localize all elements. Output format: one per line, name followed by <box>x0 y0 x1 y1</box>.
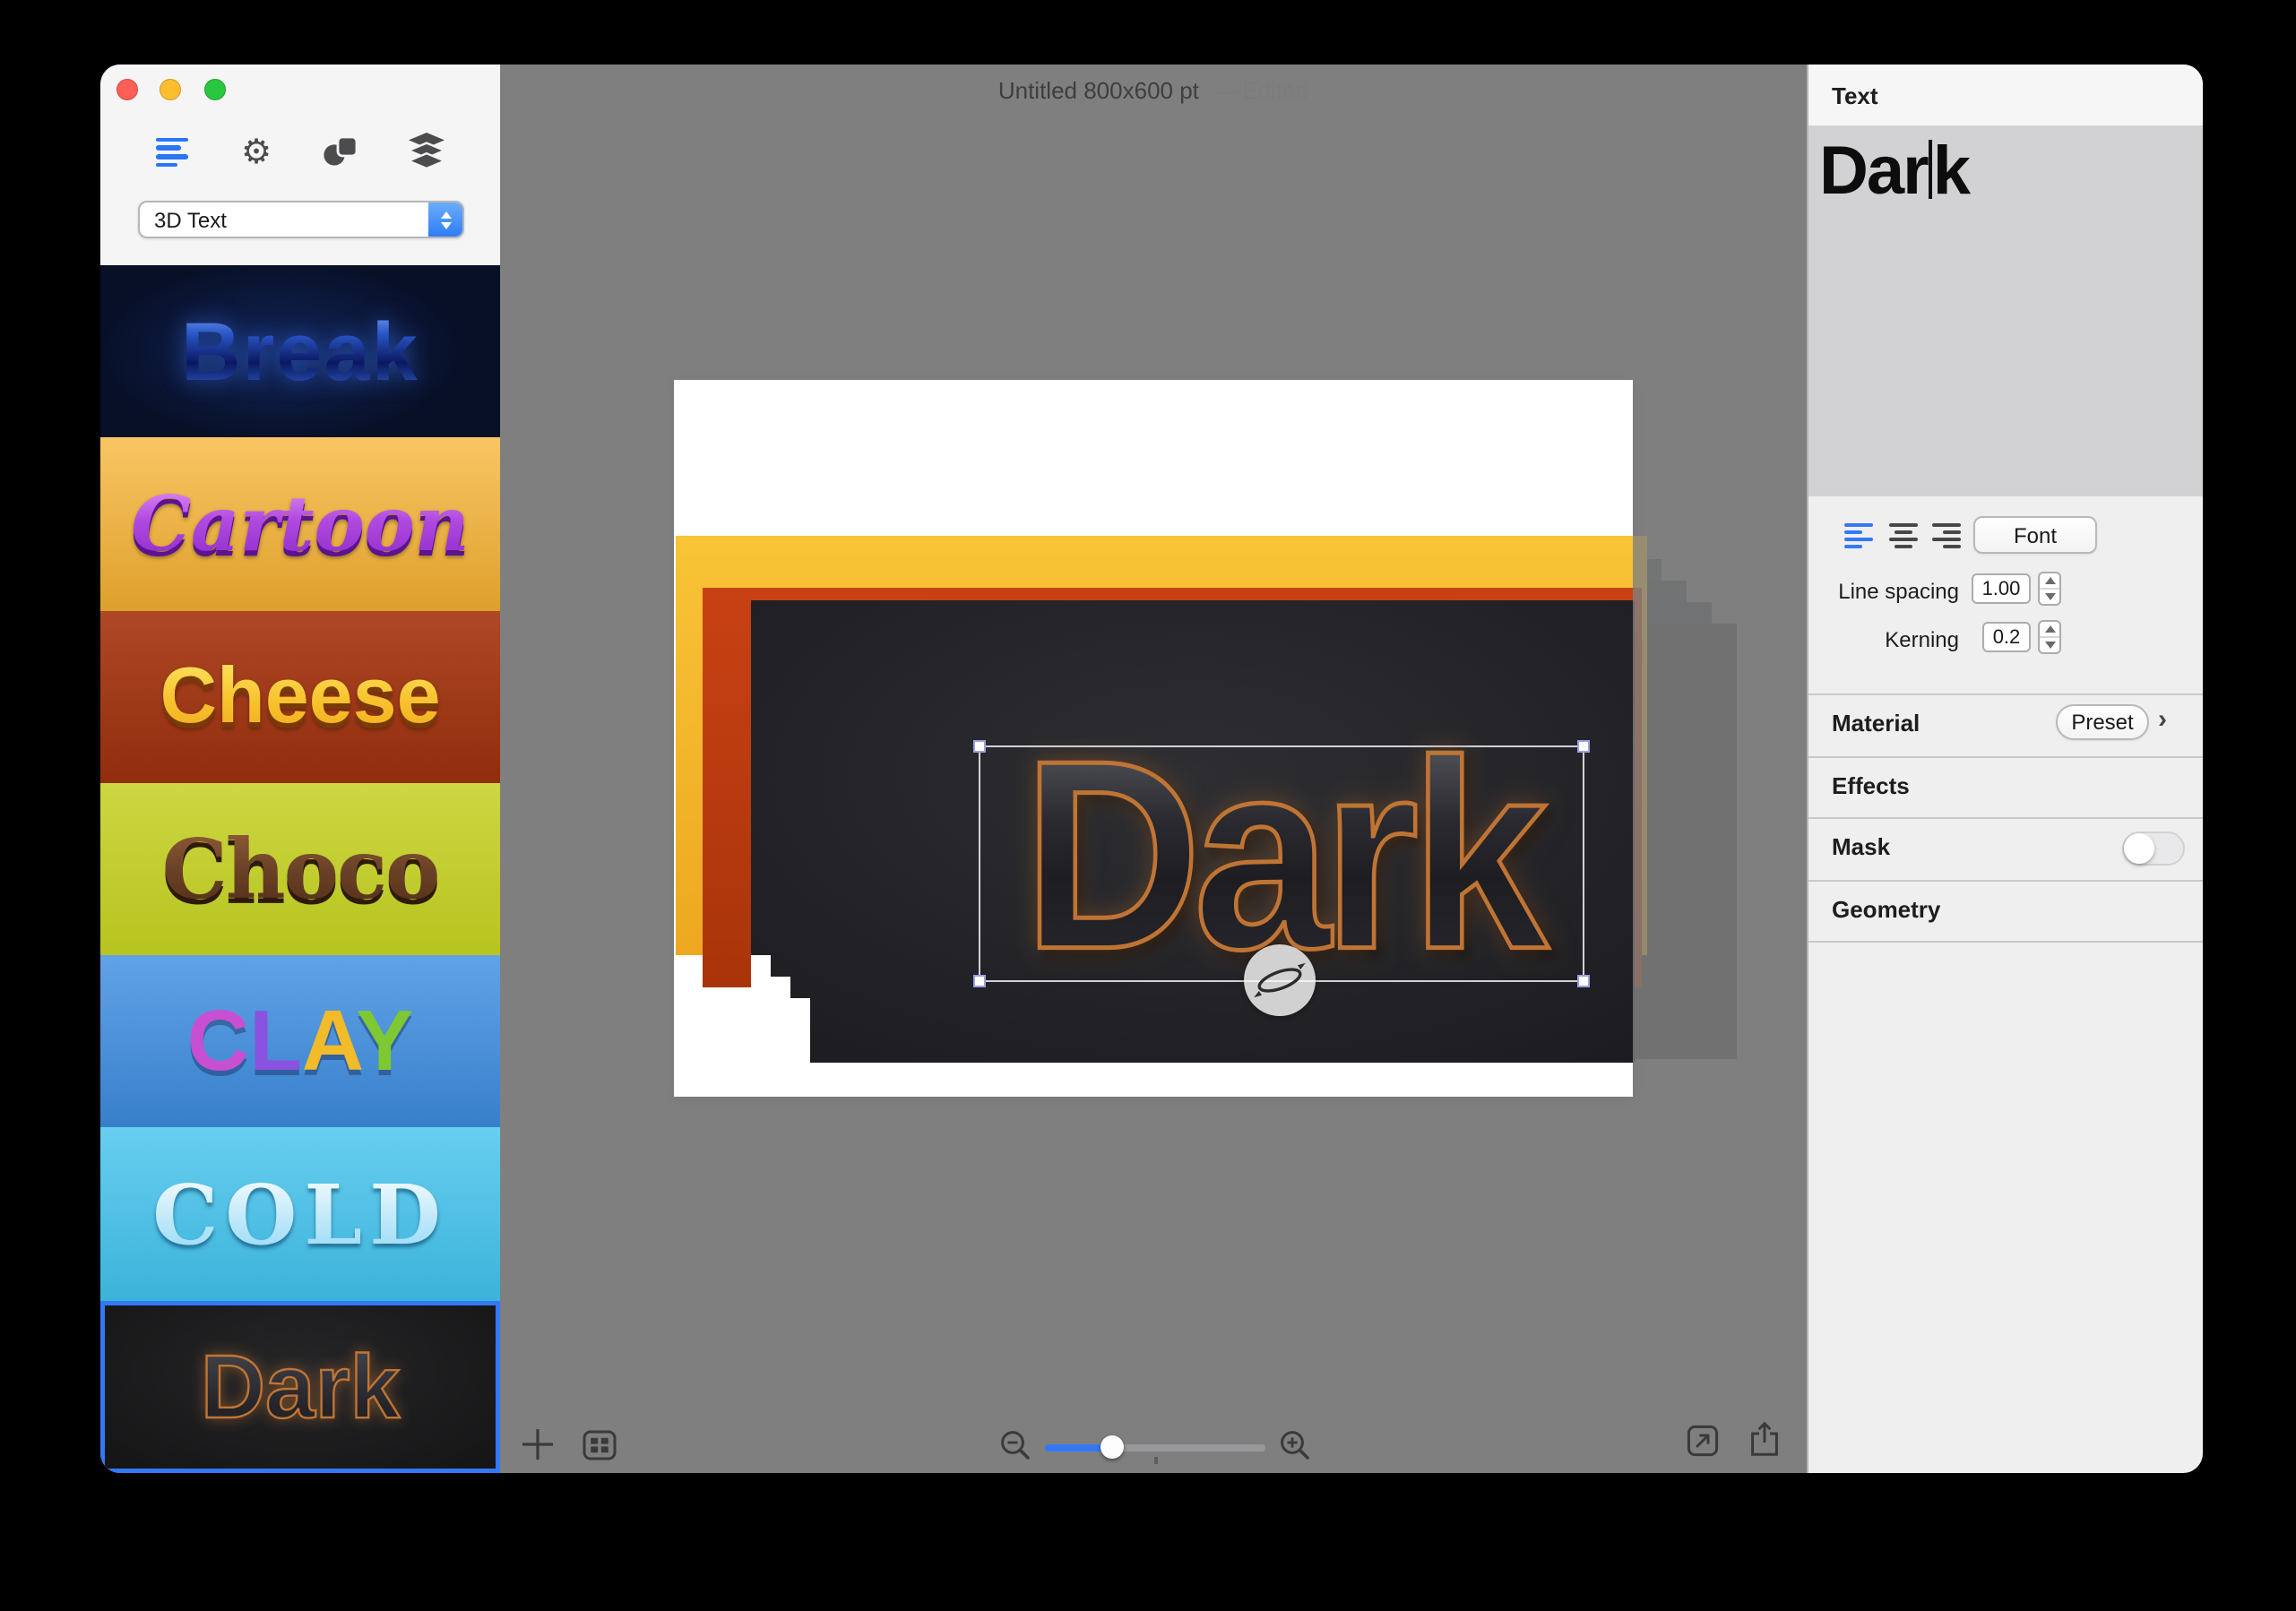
align-left-button[interactable] <box>1844 523 1875 548</box>
line-spacing-input[interactable]: 1.00 <box>1972 573 2031 604</box>
gallery-grid-icon <box>582 1429 616 1460</box>
template-gallery-button[interactable] <box>579 1426 618 1462</box>
edited-badge: — Edited <box>1213 77 1308 104</box>
sidebar-toolbar: ⚙ <box>100 129 500 179</box>
window-title: Untitled 800x600 pt — Edited <box>500 77 1807 104</box>
divider <box>1808 817 2203 819</box>
outside-canvas-dim <box>500 1097 1807 1473</box>
preset-label: COLD <box>152 1166 448 1262</box>
add-object-button[interactable] <box>514 1421 561 1468</box>
kerning-label: Kerning <box>1808 627 1959 652</box>
canvas-size-button[interactable] <box>1687 1425 1719 1457</box>
kerning-input[interactable]: 0.2 <box>1982 622 2031 652</box>
preset-item-cartoon[interactable]: Cartoon <box>100 438 500 611</box>
divider <box>1808 694 2203 695</box>
preset-item-cheese[interactable]: Cheese <box>100 610 500 783</box>
preset-item-dark[interactable]: Dark <box>100 1300 500 1473</box>
text-input-value: Dark <box>1819 134 1969 211</box>
preset-label: Cartoon <box>131 480 469 568</box>
page-stack-corner <box>790 998 810 1063</box>
text-input-area[interactable]: Dark <box>1808 125 2203 496</box>
zoom-in-icon <box>1278 1428 1312 1462</box>
outside-canvas-dim <box>1633 380 1807 1097</box>
style-dropdown-value: 3D Text <box>154 208 227 233</box>
layers-icon <box>407 131 446 174</box>
toggle-knob <box>2124 833 2154 864</box>
selection-handle[interactable] <box>973 975 986 987</box>
shapes-tab[interactable] <box>314 129 367 176</box>
page-stack-corner <box>771 977 790 1063</box>
window-controls <box>117 77 240 102</box>
list-icon <box>156 134 188 171</box>
rotate-3d-handle[interactable] <box>1244 944 1316 1016</box>
zoom-out-button[interactable] <box>998 1428 1032 1462</box>
sidebar: ⚙ 3D Text Break <box>100 65 500 1473</box>
preset-item-break[interactable]: Break <box>100 265 500 438</box>
preset-label: Dark <box>201 1335 400 1439</box>
preset-item-cold[interactable]: COLD <box>100 1128 500 1301</box>
app-window: ⚙ 3D Text Break <box>100 65 2203 1473</box>
minimize-button[interactable] <box>160 79 182 100</box>
inspector-header: Text <box>1808 65 2203 127</box>
mask-section-label: Mask <box>1832 833 1890 860</box>
selection-handle[interactable] <box>973 740 986 753</box>
resize-icon <box>1687 1425 1719 1457</box>
rotate-3d-icon <box>1249 950 1310 1011</box>
canvas-area: Untitled 800x600 pt — Edited Dark <box>500 65 1807 1473</box>
zoom-slider-detent <box>1154 1457 1157 1464</box>
effects-section-label: Effects <box>1832 772 1910 799</box>
line-spacing-label: Line spacing <box>1808 579 1959 604</box>
share-button[interactable] <box>1749 1421 1780 1457</box>
screen: ⚙ 3D Text Break <box>0 0 2296 1611</box>
preset-label: CLAY <box>187 993 414 1091</box>
material-section-label: Material <box>1832 710 1920 737</box>
page-stack-corner <box>751 955 771 1063</box>
fullscreen-button[interactable] <box>204 79 226 100</box>
style-dropdown[interactable]: 3D Text <box>138 201 464 238</box>
line-spacing-stepper[interactable] <box>2038 572 2061 606</box>
preset-label: Choco <box>162 821 439 917</box>
divider <box>1808 756 2203 758</box>
divider <box>1808 880 2203 882</box>
preset-item-choco[interactable]: Choco <box>100 783 500 956</box>
gear-icon: ⚙ <box>241 135 272 169</box>
kerning-stepper[interactable] <box>2038 620 2061 654</box>
align-center-button[interactable] <box>1887 523 1918 548</box>
selection-handle[interactable] <box>1577 975 1590 987</box>
divider <box>1808 941 2203 943</box>
font-button[interactable]: Font <box>1973 516 2097 554</box>
chevron-right-icon[interactable]: › <box>2158 704 2167 735</box>
mask-toggle[interactable] <box>2122 831 2185 866</box>
inspector-title: Text <box>1832 82 1878 109</box>
presets-tab[interactable] <box>145 129 199 176</box>
selection-handle[interactable] <box>1577 740 1590 753</box>
material-preset-button[interactable]: Preset <box>2056 704 2149 740</box>
share-icon <box>1749 1421 1780 1457</box>
preset-label: Break <box>181 303 419 400</box>
outside-canvas-dim <box>500 380 674 1097</box>
preset-label: Cheese <box>160 651 440 741</box>
settings-tab[interactable]: ⚙ <box>229 129 283 176</box>
text-object[interactable]: Dark <box>1023 738 1541 971</box>
zoom-out-icon <box>998 1428 1032 1462</box>
preset-list: Break Cartoon Cheese Choco CLAY COLD <box>100 265 500 1473</box>
plus-icon <box>520 1426 556 1462</box>
shapes-icon <box>321 132 360 173</box>
zoom-slider-knob[interactable] <box>1101 1435 1124 1459</box>
inspector-panel: Text Dark Font Line spacing 1.00 Kerning… <box>1807 65 2203 1473</box>
layers-tab[interactable] <box>400 129 453 176</box>
close-button[interactable] <box>117 79 138 100</box>
document-title: Untitled 800x600 pt <box>998 77 1199 104</box>
geometry-section-label: Geometry <box>1832 896 1940 923</box>
align-right-button[interactable] <box>1930 523 1961 548</box>
preset-item-clay[interactable]: CLAY <box>100 955 500 1128</box>
zoom-in-button[interactable] <box>1278 1428 1312 1462</box>
dropdown-arrows-icon <box>428 202 462 237</box>
outside-canvas-dim <box>500 65 1807 380</box>
